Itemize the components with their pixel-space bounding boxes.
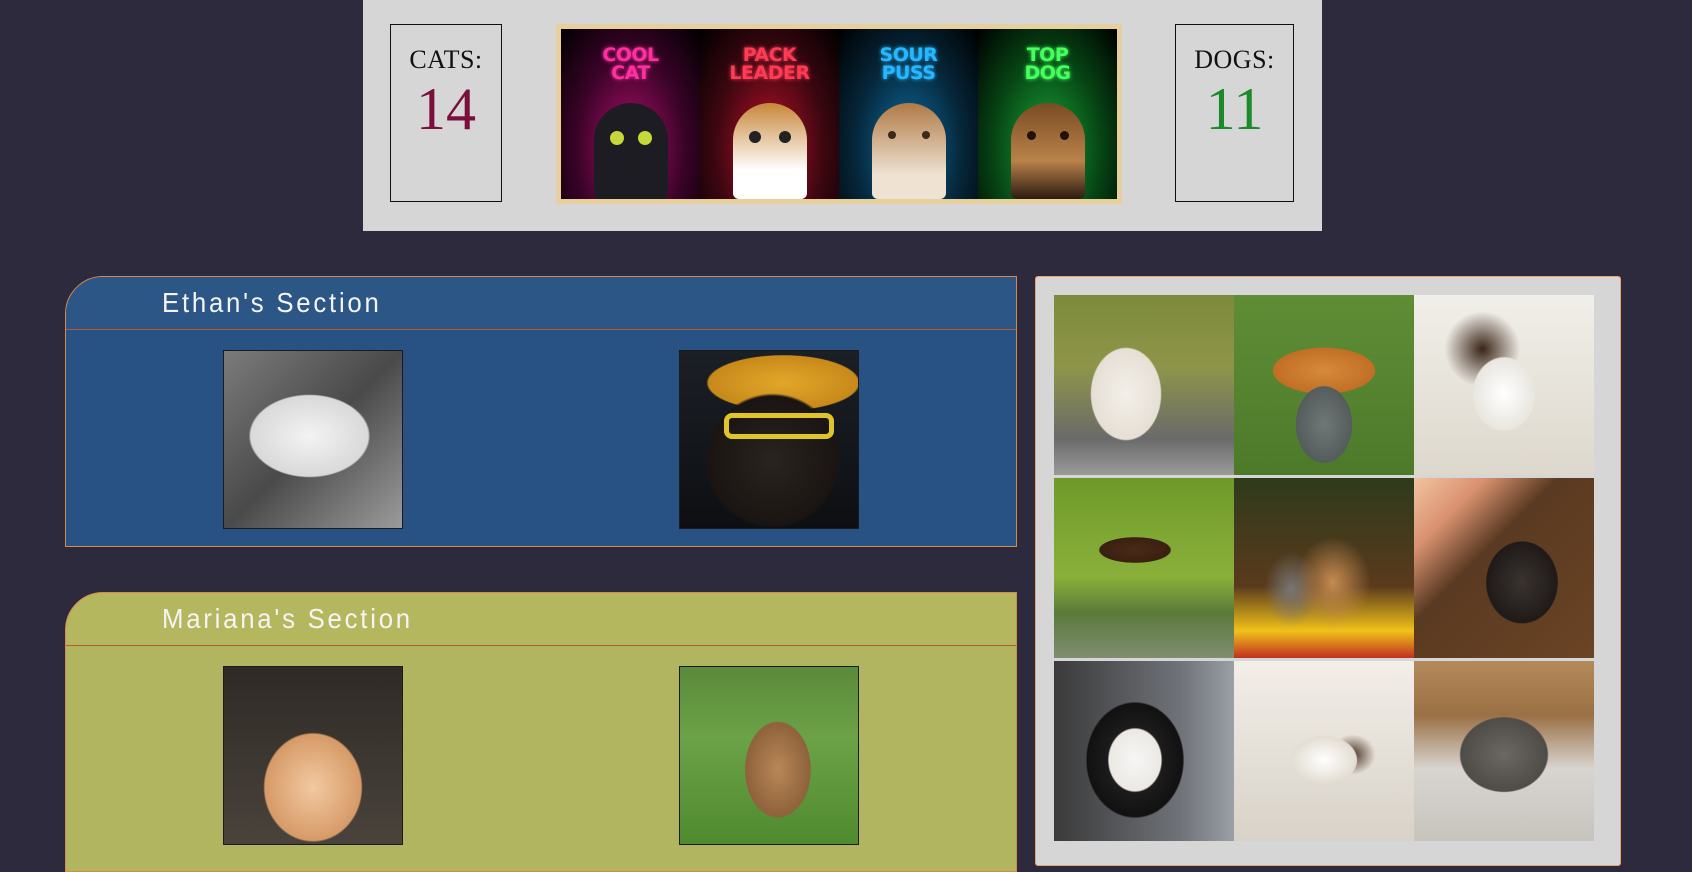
cat-figure-icon bbox=[593, 103, 668, 199]
gallery-tile-cat-by-window[interactable] bbox=[1414, 478, 1594, 658]
ginger-cat-photo[interactable] bbox=[223, 666, 403, 845]
cool-cat-poster-title: COOL CAT bbox=[602, 44, 659, 84]
mariana-section-body bbox=[66, 646, 1016, 871]
mariana-section-title: Mariana's Section bbox=[162, 603, 413, 634]
cats-counter-value: 14 bbox=[416, 76, 476, 142]
bulldog-photo[interactable] bbox=[679, 666, 859, 845]
ethan-section-title: Ethan's Section bbox=[162, 287, 382, 318]
fat-cat-photo[interactable] bbox=[223, 350, 403, 529]
gallery-tile-white-kitten[interactable] bbox=[1234, 661, 1414, 841]
gallery-tile-kittens-in-bucket[interactable] bbox=[1234, 295, 1414, 475]
mariana-section-header: Mariana's Section bbox=[66, 593, 1016, 646]
cats-counter-label: CATS: bbox=[409, 45, 483, 74]
gallery-grid bbox=[1054, 295, 1594, 841]
gallery-tile-st-bernard-puppy[interactable] bbox=[1414, 295, 1594, 475]
ethan-section-header: Ethan's Section bbox=[66, 277, 1016, 330]
gallery-tile-dog-leaping-pond[interactable] bbox=[1054, 478, 1234, 658]
gallery-tile-tabby-cat[interactable] bbox=[1414, 661, 1594, 841]
header-bar: CATS: 14 COOL CAT PACK LEADER SOUR PUSS … bbox=[363, 0, 1322, 231]
dogs-counter: DOGS: 11 bbox=[1175, 24, 1294, 202]
dogs-counter-label: DOGS: bbox=[1194, 45, 1275, 74]
photo-gallery bbox=[1035, 276, 1621, 866]
sour-puss-poster-title: SOUR PUSS bbox=[879, 44, 938, 84]
monkey-sunglasses-photo[interactable] bbox=[679, 350, 859, 529]
dogs-counter-value: 11 bbox=[1205, 76, 1264, 142]
cats-counter: CATS: 14 bbox=[390, 24, 502, 202]
gallery-tile-border-collie[interactable] bbox=[1054, 661, 1234, 841]
banner-image: COOL CAT PACK LEADER SOUR PUSS TOP DOG bbox=[556, 24, 1122, 204]
cool-cat-poster: COOL CAT bbox=[561, 29, 700, 199]
mariana-section: Mariana's Section bbox=[65, 592, 1017, 872]
ethan-section-body bbox=[66, 330, 1016, 546]
cat-figure-icon bbox=[871, 103, 946, 199]
dog-figure-icon bbox=[732, 103, 807, 199]
pack-leader-poster-title: PACK LEADER bbox=[729, 44, 810, 84]
pack-leader-poster: PACK LEADER bbox=[700, 29, 839, 199]
top-dog-poster: TOP DOG bbox=[978, 29, 1117, 199]
ethan-section: Ethan's Section bbox=[65, 276, 1017, 547]
dog-figure-icon bbox=[1010, 103, 1085, 199]
gallery-tile-himalayan-cat[interactable] bbox=[1054, 295, 1234, 475]
sour-puss-poster: SOUR PUSS bbox=[839, 29, 978, 199]
gallery-tile-kittens-with-flowers[interactable] bbox=[1234, 478, 1414, 658]
top-dog-poster-title: TOP DOG bbox=[1024, 44, 1071, 84]
